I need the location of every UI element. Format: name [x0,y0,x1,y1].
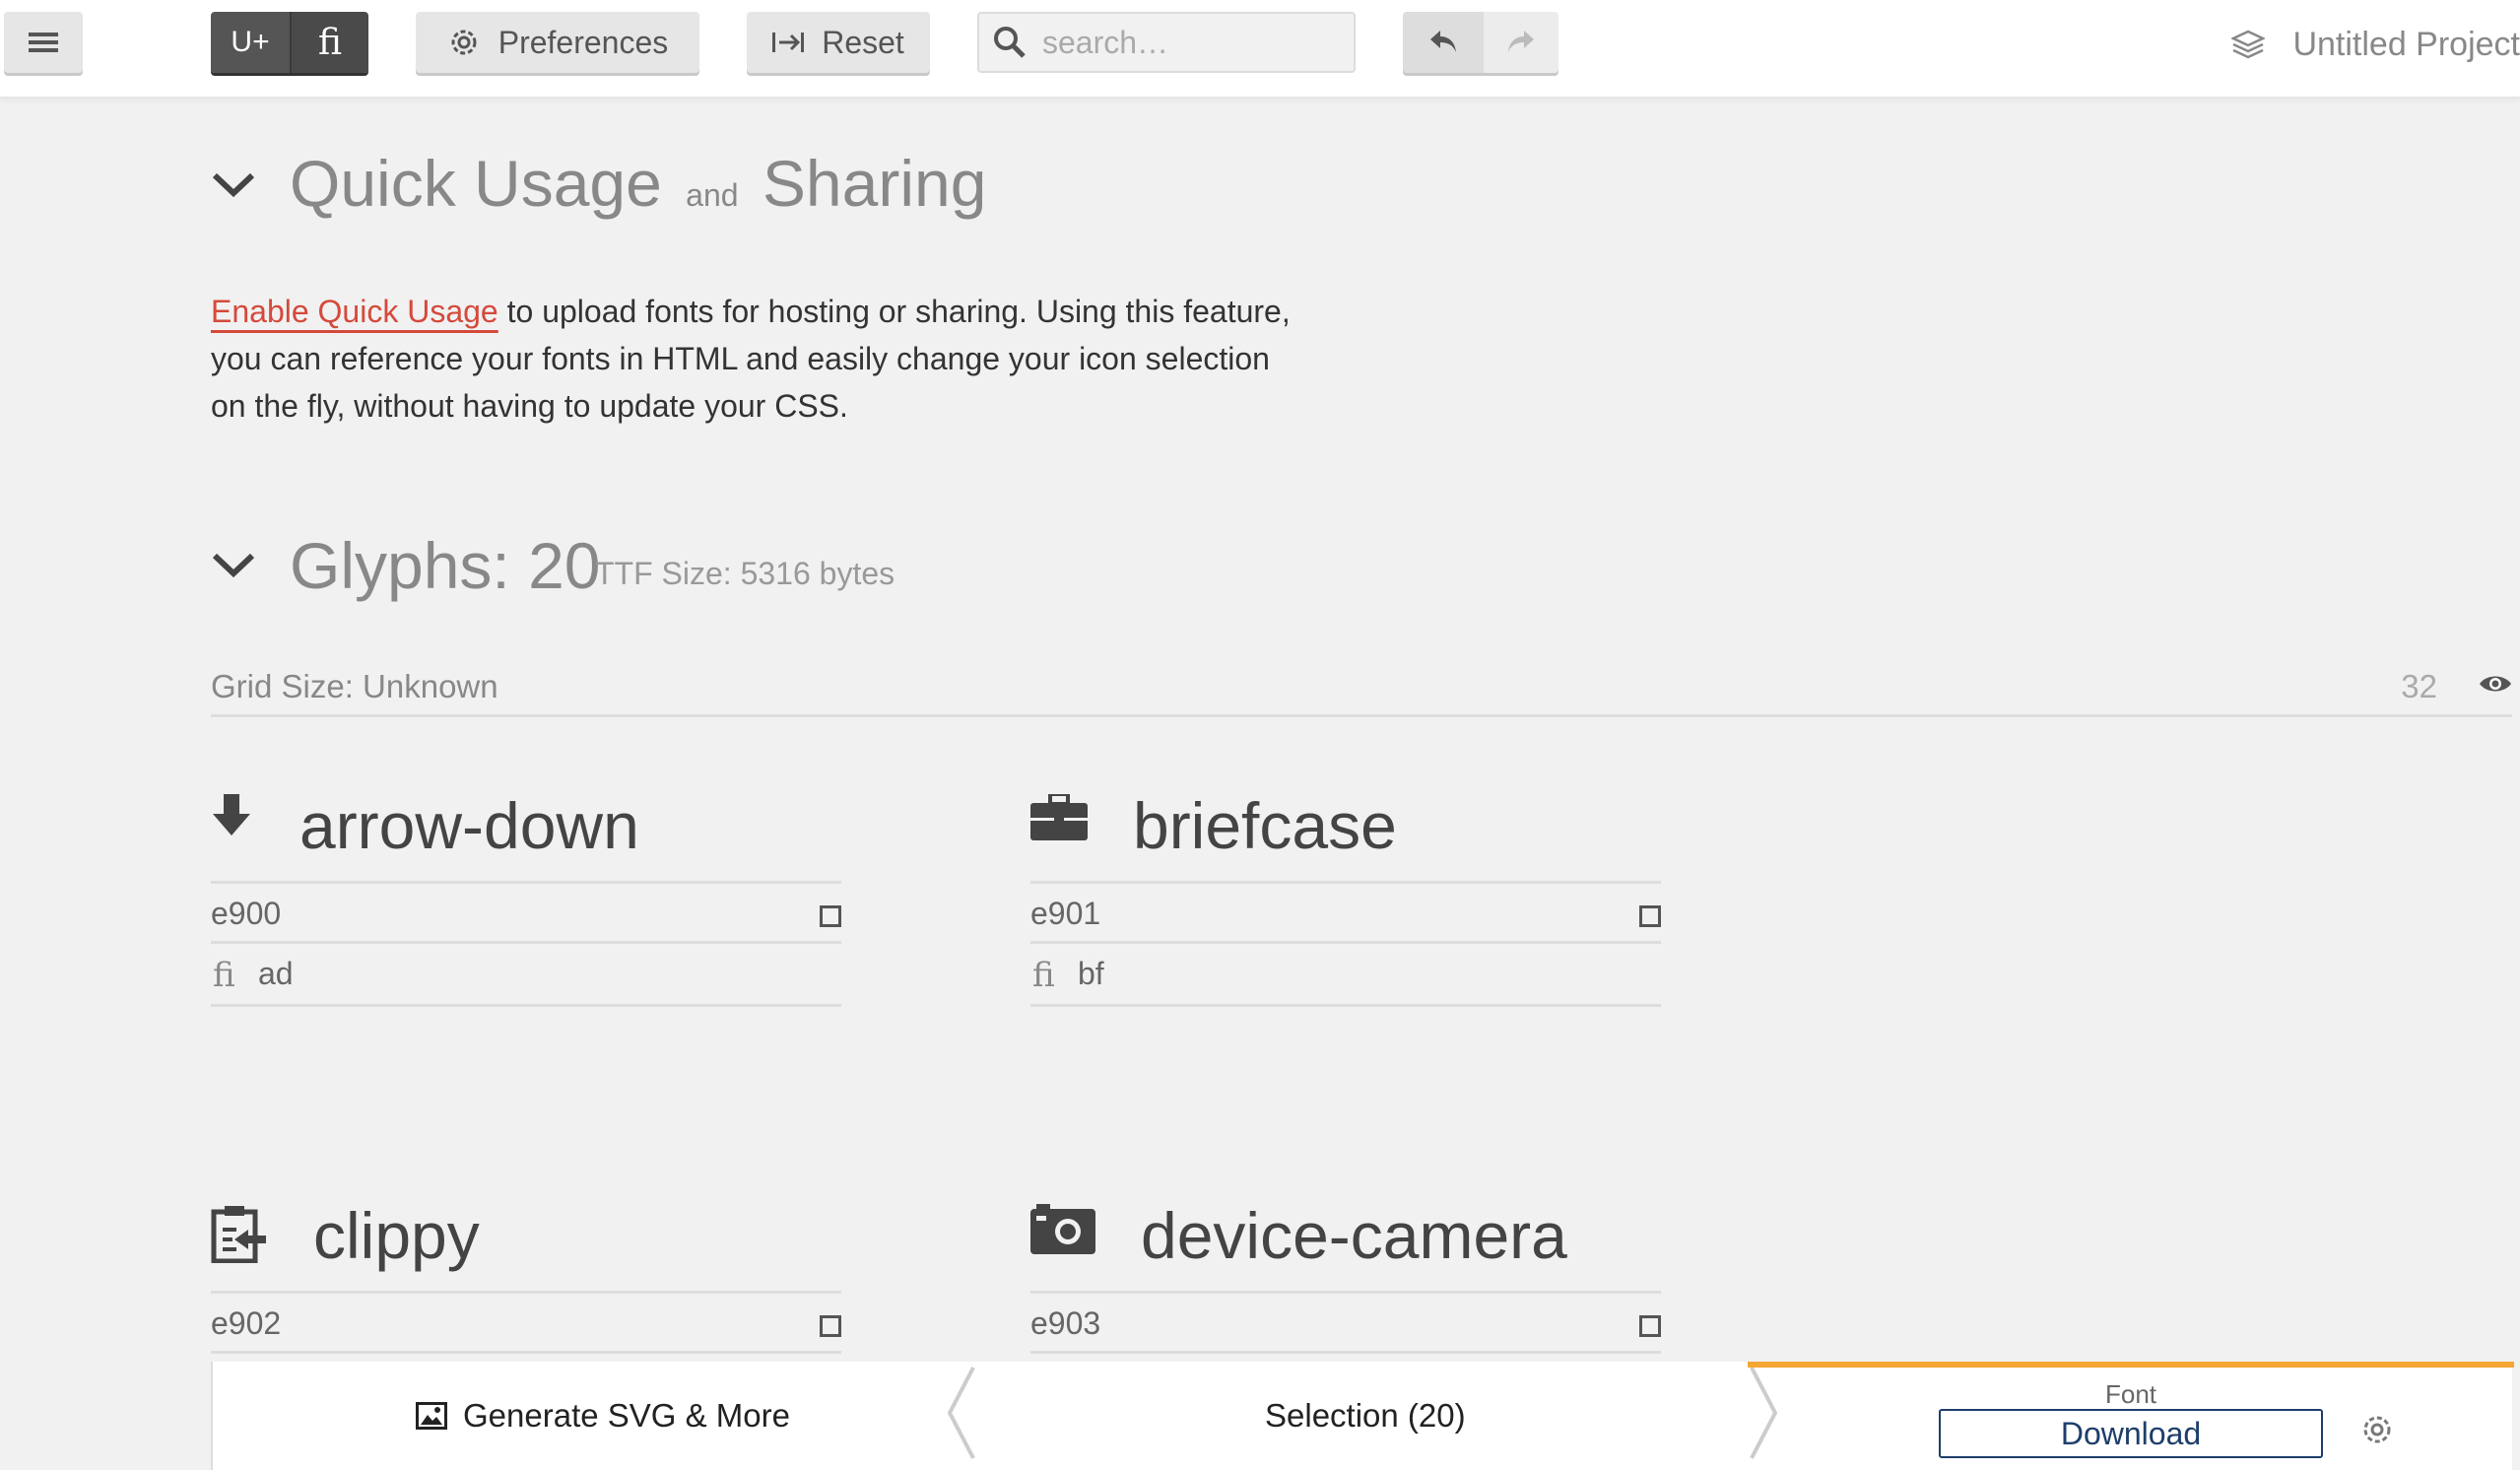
glyph-ligature[interactable]: bf [1078,956,1104,992]
reset-icon [772,33,805,52]
glyph-code[interactable]: e902 [211,1305,281,1342]
eye-icon[interactable] [2479,672,2512,696]
reset-button[interactable]: Reset [747,12,930,73]
glyph-code-row: e903 [1030,1291,1661,1354]
mode-ligature-button[interactable]: fi [290,12,368,73]
glyphs-title[interactable]: Glyphs: 20 [290,528,601,603]
glyph-ligature-row: ﬁ bf [1030,944,1661,1007]
hamburger-icon [29,33,58,52]
undo-button[interactable] [1403,12,1484,73]
image-icon [416,1402,447,1430]
font-panel: Font Download [1748,1362,2514,1470]
search-icon [994,27,1026,58]
glyph-code-row: e902 [211,1291,841,1354]
description-line-1: to upload fonts for hosting or sharing. … [497,294,1291,329]
glyph-code-row: e901 [1030,881,1661,944]
glyph-code[interactable]: e901 [1030,896,1100,932]
top-toolbar: U+ fi Preferences Reset Untitled Project [0,0,2520,99]
glyph-ligature[interactable]: ad [258,956,294,992]
glyph-name[interactable]: device-camera [1141,1198,1567,1273]
quick-usage-title-and: and [686,177,739,213]
download-button[interactable]: Download [1939,1409,2323,1458]
chevron-down-icon[interactable] [211,550,256,579]
preferences-label: Preferences [497,24,669,60]
glyph-code[interactable]: e900 [211,896,281,932]
quick-usage-title-b: Sharing [762,147,987,220]
mode-toggle: U+ fi [211,12,368,73]
project-name: Untitled Project [2292,25,2520,63]
reset-label: Reset [822,24,904,60]
generate-svg-label: Generate SVG & More [463,1397,790,1434]
quick-usage-title[interactable]: Quick Usage and Sharing [290,146,986,221]
description-line-2: you can reference your fonts in HTML and… [211,341,1270,376]
bottom-bar: Generate SVG & More Selection (20) Font … [211,1362,2514,1470]
gear-icon[interactable] [2360,1413,2394,1446]
gear-icon [451,30,477,55]
device-camera-icon [1030,1204,1095,1254]
chevron-down-icon[interactable] [211,169,256,199]
chevron-left-icon [947,1367,975,1459]
glyph-name[interactable]: briefcase [1133,788,1397,863]
clippy-icon [211,1206,266,1263]
enable-quick-usage-link[interactable]: Enable Quick Usage [211,294,498,329]
ttf-size: TTF Size: 5316 bytes [595,556,895,591]
selection-button[interactable]: Selection (20) [1265,1397,1466,1435]
project-selector[interactable]: Untitled Project [2231,20,2520,69]
glyph-checkbox[interactable] [820,1315,841,1337]
arrow-down-icon [213,794,250,835]
glyph-name[interactable]: arrow-down [299,788,639,863]
search-box [977,12,1356,73]
grid-size-label: Grid Size: Unknown [211,668,498,704]
grid-size-value[interactable]: 32 [2401,668,2437,705]
font-label: Font [2104,1379,2157,1409]
redo-button[interactable] [1484,12,1558,73]
quick-usage-description: Enable Quick Usage to upload fonts for h… [211,288,1334,430]
redo-icon [1508,31,1534,52]
grid-size-row: Grid Size: Unknown 32 [211,666,2512,717]
ligature-icon: ﬁ [213,956,235,995]
glyph-ligature-row: ﬁ ad [211,944,841,1007]
undo-icon [1430,31,1456,52]
briefcase-icon [1030,794,1088,840]
glyph-code[interactable]: e903 [1030,1305,1100,1342]
glyph-code-row: e900 [211,881,841,944]
quick-usage-title-a: Quick Usage [290,147,662,220]
description-line-3: on the fly, without having to update you… [211,388,848,424]
ligature-icon: ﬁ [1032,956,1055,995]
search-input[interactable] [1042,24,1338,61]
preferences-button[interactable]: Preferences [416,12,699,73]
glyph-name[interactable]: clippy [313,1198,480,1273]
glyph-checkbox[interactable] [1639,905,1661,927]
generate-svg-button[interactable]: Generate SVG & More [416,1397,790,1435]
glyph-checkbox[interactable] [1639,1315,1661,1337]
layers-icon [2231,30,2266,59]
glyph-checkbox[interactable] [820,905,841,927]
menu-button[interactable] [4,12,83,73]
mode-unicode-button[interactable]: U+ [211,12,290,73]
